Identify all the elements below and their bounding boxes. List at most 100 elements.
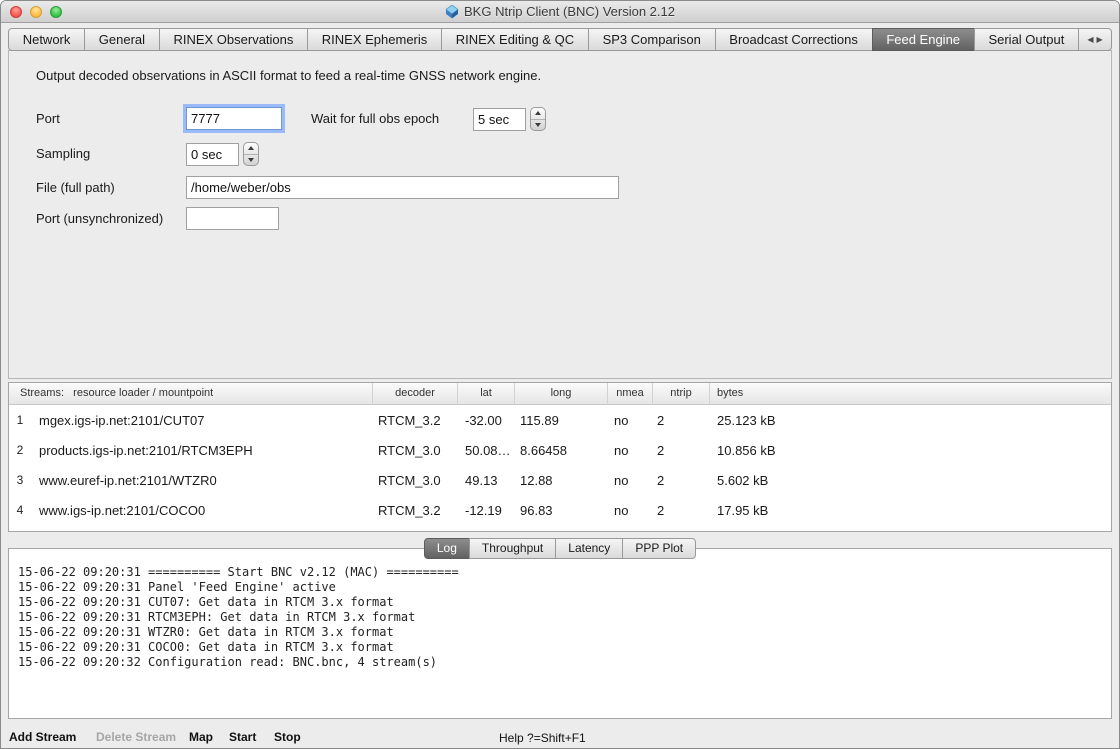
- close-button[interactable]: [10, 6, 22, 18]
- tab-general[interactable]: General: [84, 28, 160, 51]
- stream-ntrip: 2: [652, 413, 709, 428]
- stepper-down-icon[interactable]: [531, 120, 545, 131]
- stream-row[interactable]: 4 www.igs-ip.net:2101/COCO0 RTCM_3.2 -12…: [9, 495, 1111, 525]
- col-header-mountpoint[interactable]: Streams: resource loader / mountpoint: [9, 383, 372, 405]
- stream-long: 8.66458: [514, 443, 607, 458]
- port-unsync-input[interactable]: [186, 207, 279, 230]
- col-header-decoder[interactable]: decoder: [372, 383, 457, 405]
- start-button[interactable]: Start: [229, 730, 256, 744]
- stream-ntrip: 2: [652, 443, 709, 458]
- bottom-toolbar: Add Stream Delete Stream Map Start Stop …: [1, 723, 1119, 749]
- tab-scroll-left-icon[interactable]: ◀: [1087, 36, 1093, 44]
- stepper-up-icon[interactable]: [531, 108, 545, 120]
- log-line: 15-06-22 09:20:31 ========== Start BNC v…: [18, 565, 1103, 580]
- stream-mountpoint: products.igs-ip.net:2101/RTCM3EPH: [31, 443, 372, 458]
- log-line: 15-06-22 09:20:31 COCO0: Get data in RTC…: [18, 640, 1103, 655]
- wait-epoch-input[interactable]: [473, 108, 526, 131]
- delete-stream-button[interactable]: Delete Stream: [96, 730, 176, 744]
- tab-rinex-ephemeris[interactable]: RINEX Ephemeris: [307, 28, 442, 51]
- title-bar[interactable]: BKG Ntrip Client (BNC) Version 2.12: [1, 1, 1119, 23]
- log-line: 15-06-22 09:20:31 RTCM3EPH: Get data in …: [18, 610, 1103, 625]
- panel-description: Output decoded observations in ASCII for…: [36, 68, 541, 83]
- stream-long: 12.88: [514, 473, 607, 488]
- stream-long: 96.83: [514, 503, 607, 518]
- stop-button[interactable]: Stop: [274, 730, 301, 744]
- log-panel[interactable]: 15-06-22 09:20:31 ========== Start BNC v…: [8, 548, 1112, 719]
- stream-lat: 49.13: [457, 473, 514, 488]
- tab-rinex-editing-qc[interactable]: RINEX Editing & QC: [441, 28, 589, 51]
- stream-row[interactable]: 3 www.euref-ip.net:2101/WTZR0 RTCM_3.0 4…: [9, 465, 1111, 495]
- sampling-stepper[interactable]: [243, 142, 259, 166]
- port-input[interactable]: [186, 107, 282, 130]
- file-path-input[interactable]: [186, 176, 619, 199]
- stream-row[interactable]: 1 mgex.igs-ip.net:2101/CUT07 RTCM_3.2 -3…: [9, 405, 1111, 435]
- tab-network[interactable]: Network: [8, 28, 85, 51]
- stream-nmea: no: [607, 473, 652, 488]
- stream-lat: -12.19: [457, 503, 514, 518]
- settings-tab-bar: Network General RINEX Observations RINEX…: [8, 28, 1112, 51]
- tab-broadcast-corrections[interactable]: Broadcast Corrections: [715, 28, 873, 51]
- log-tab-bar: Log Throughput Latency PPP Plot: [1, 538, 1119, 559]
- minimize-button[interactable]: [30, 6, 42, 18]
- add-stream-button[interactable]: Add Stream: [9, 730, 76, 744]
- stepper-down-icon[interactable]: [244, 155, 258, 166]
- log-line: 15-06-22 09:20:31 WTZR0: Get data in RTC…: [18, 625, 1103, 640]
- map-button[interactable]: Map: [189, 730, 213, 744]
- app-window: BKG Ntrip Client (BNC) Version 2.12 Netw…: [0, 0, 1120, 749]
- stream-long: 115.89: [514, 413, 607, 428]
- stream-ntrip: 2: [652, 503, 709, 518]
- window-title-text: BKG Ntrip Client (BNC) Version 2.12: [464, 4, 675, 19]
- file-path-label: File (full path): [36, 180, 115, 195]
- streams-table: Streams: resource loader / mountpoint de…: [8, 382, 1112, 532]
- port-label: Port: [36, 111, 60, 126]
- stream-decoder: RTCM_3.0: [372, 473, 457, 488]
- col-header-ntrip[interactable]: ntrip: [652, 383, 709, 405]
- sampling-spinbox: [186, 142, 259, 166]
- tab-scroll-right-icon[interactable]: ▶: [1097, 36, 1103, 44]
- tab-throughput[interactable]: Throughput: [469, 538, 556, 559]
- stream-row[interactable]: 2 products.igs-ip.net:2101/RTCM3EPH RTCM…: [9, 435, 1111, 465]
- help-shortcut-text: Help ?=Shift+F1: [499, 731, 586, 745]
- col-header-bytes[interactable]: bytes: [709, 383, 1111, 405]
- stream-nmea: no: [607, 503, 652, 518]
- tab-feed-engine[interactable]: Feed Engine: [872, 28, 975, 51]
- zoom-button[interactable]: [50, 6, 62, 18]
- stream-bytes: 10.856 kB: [709, 443, 1111, 458]
- stream-decoder: RTCM_3.2: [372, 413, 457, 428]
- log-line: 15-06-22 09:20:32 Configuration read: BN…: [18, 655, 1103, 670]
- stepper-up-icon[interactable]: [244, 143, 258, 155]
- sampling-input[interactable]: [186, 143, 239, 166]
- wait-epoch-label: Wait for full obs epoch: [311, 111, 439, 126]
- sampling-label: Sampling: [36, 146, 90, 161]
- tab-ppp-plot[interactable]: PPP Plot: [622, 538, 696, 559]
- traffic-lights: [10, 6, 62, 18]
- stream-mountpoint: www.igs-ip.net:2101/COCO0: [31, 503, 372, 518]
- stream-mountpoint: www.euref-ip.net:2101/WTZR0: [31, 473, 372, 488]
- stream-mountpoint: mgex.igs-ip.net:2101/CUT07: [31, 413, 372, 428]
- streams-table-header: Streams: resource loader / mountpoint de…: [9, 383, 1111, 405]
- stream-decoder: RTCM_3.0: [372, 443, 457, 458]
- stream-bytes: 25.123 kB: [709, 413, 1111, 428]
- tab-rinex-observations[interactable]: RINEX Observations: [159, 28, 308, 51]
- log-line: 15-06-22 09:20:31 Panel 'Feed Engine' ac…: [18, 580, 1103, 595]
- tab-log[interactable]: Log: [424, 538, 470, 559]
- stream-bytes: 17.95 kB: [709, 503, 1111, 518]
- wait-epoch-stepper[interactable]: [530, 107, 546, 131]
- log-line: 15-06-22 09:20:31 CUT07: Get data in RTC…: [18, 595, 1103, 610]
- tab-serial-output[interactable]: Serial Output: [974, 28, 1079, 51]
- wait-epoch-spinbox: [473, 107, 546, 131]
- col-header-long[interactable]: long: [514, 383, 607, 405]
- row-number: 4: [9, 503, 31, 517]
- col-header-nmea[interactable]: nmea: [607, 383, 652, 405]
- col-header-lat[interactable]: lat: [457, 383, 514, 405]
- stream-decoder: RTCM_3.2: [372, 503, 457, 518]
- row-number: 1: [9, 413, 31, 427]
- stream-ntrip: 2: [652, 473, 709, 488]
- stream-lat: -32.00: [457, 413, 514, 428]
- tab-latency[interactable]: Latency: [555, 538, 623, 559]
- tab-scroll-buttons[interactable]: ◀ ▶: [1078, 28, 1112, 51]
- stream-nmea: no: [607, 443, 652, 458]
- tab-sp3-comparison[interactable]: SP3 Comparison: [588, 28, 716, 51]
- stream-nmea: no: [607, 413, 652, 428]
- row-number: 2: [9, 443, 31, 457]
